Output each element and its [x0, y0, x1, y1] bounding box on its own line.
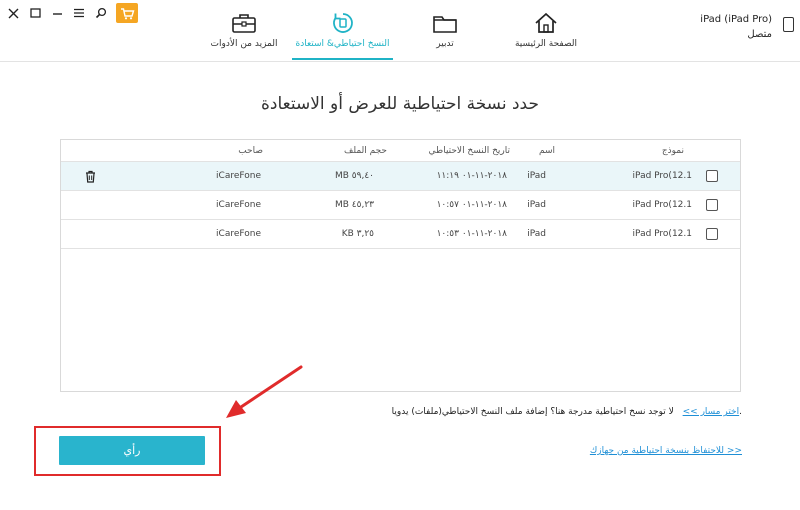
window-controls	[4, 3, 138, 23]
header-name: اسم	[538, 145, 555, 156]
cell-model: iPad Pro(12.1	[632, 200, 692, 210]
ipad-icon	[783, 17, 794, 32]
row-checkbox[interactable]	[706, 199, 718, 211]
nav-more-tools-label: المزيد من الأدوات	[210, 39, 278, 49]
nav-manage-label: تدبير	[436, 39, 454, 49]
header-size: حجم الملف	[344, 145, 387, 156]
cell-date: ٢٠١٨-١١-٠١ ١١:١٩	[436, 171, 507, 181]
row-checkbox[interactable]	[706, 170, 718, 182]
cell-date: ٢٠١٨-١١-٠١ ١٠:٥٣	[436, 229, 507, 239]
cell-model: iPad Pro(12.1	[632, 171, 692, 181]
no-backup-notice: اختر مسار >> لا توجد نسخ احتياطية مدرجة …	[392, 407, 742, 417]
nav-backup-restore-label: النسخ احتياطي& استعادة	[295, 39, 390, 49]
header-date: تاريخ النسخ الاحتياطي	[428, 145, 510, 156]
nav-home-label: الصفحة الرئيسية	[514, 39, 578, 49]
cell-size: MB ٥٩,٤٠	[334, 171, 374, 181]
backup-table: نموذج اسم تاريخ النسخ الاحتياطي حجم المل…	[60, 139, 741, 392]
menu-icon[interactable]	[70, 4, 88, 22]
table-row[interactable]: iPad Pro(12.1 iPad ٢٠١٨-١١-٠١ ١٠:٥٧ MB ٤…	[61, 191, 740, 220]
backup-restore-icon	[331, 10, 355, 36]
cell-size: MB ٤٥,٢٣	[334, 200, 374, 210]
device-status: متصل	[747, 29, 772, 40]
close-icon[interactable]	[4, 4, 22, 22]
view-button[interactable]: رأي	[59, 436, 205, 465]
table-row[interactable]: iPad Pro(12.1 iPad ٢٠١٨-١١-٠١ ١١:١٩ MB ٥…	[61, 162, 740, 191]
cell-name: iPad	[527, 171, 546, 181]
cell-date: ٢٠١٨-١١-٠١ ١٠:٥٧	[436, 200, 507, 210]
table-header: نموذج اسم تاريخ النسخ الاحتياطي حجم المل…	[61, 140, 740, 162]
header-model: نموذج	[661, 145, 684, 156]
cell-owner: iCareFone	[216, 229, 261, 239]
choose-path-link[interactable]: اختر مسار >>	[683, 407, 740, 417]
cell-name: iPad	[527, 229, 546, 239]
device-name: iPad (iPad Pro)	[700, 14, 772, 25]
nav-home[interactable]: الصفحة الرئيسية	[510, 0, 582, 62]
nav-backup-restore[interactable]: النسخ احتياطي& استعادة	[292, 0, 393, 62]
cart-icon[interactable]	[116, 3, 138, 23]
restore-icon[interactable]	[26, 4, 44, 22]
device-info: iPad (iPad Pro) متصل	[700, 12, 772, 42]
toolbox-icon	[231, 10, 257, 36]
row-checkbox[interactable]	[706, 228, 718, 240]
page-title: حدد نسخة احتياطية للعرض أو الاستعادة	[261, 94, 539, 114]
nav-manage[interactable]: تدبير	[420, 0, 470, 62]
cell-model: iPad Pro(12.1	[632, 229, 692, 239]
table-row[interactable]: iPad Pro(12.1 iPad ٢٠١٨-١١-٠١ ١٠:٥٣ KB ٣…	[61, 220, 740, 249]
cell-owner: iCareFone	[216, 171, 261, 181]
backup-device-link[interactable]: للاحتفاظ بنسخة احتياطية من جهازك >>	[590, 446, 742, 456]
trash-icon[interactable]	[85, 170, 96, 186]
cell-name: iPad	[527, 200, 546, 210]
cell-size: KB ٣,٢٥	[341, 229, 374, 239]
feedback-icon[interactable]	[92, 4, 110, 22]
folder-icon	[432, 10, 458, 36]
top-bar: المزيد من الأدوات النسخ احتياطي& استعادة…	[0, 0, 800, 62]
cell-owner: iCareFone	[216, 200, 261, 210]
nav-more-tools[interactable]: المزيد من الأدوات	[203, 0, 285, 62]
home-icon	[533, 10, 559, 36]
header-owner: صاحب	[238, 145, 263, 156]
minimize-icon[interactable]	[48, 4, 66, 22]
active-tab-indicator	[292, 58, 393, 60]
